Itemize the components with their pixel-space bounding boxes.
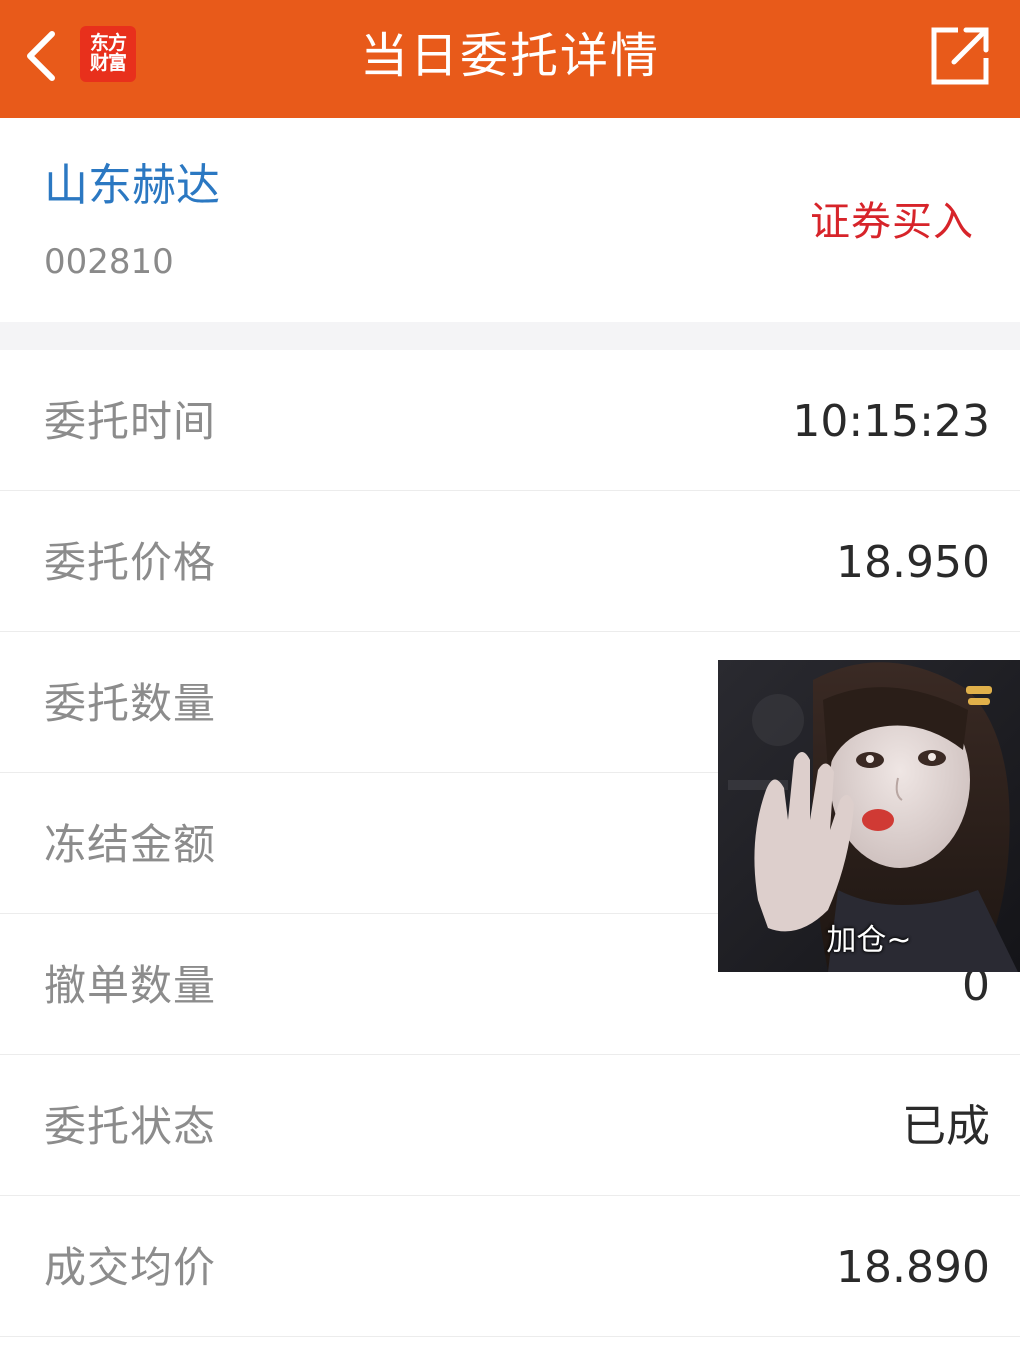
stock-name[interactable]: 山东赫达	[44, 158, 220, 214]
detail-label: 委托价格	[44, 538, 217, 587]
detail-row-order-time: 委托时间 10:15:23	[0, 350, 1020, 491]
detail-row-average-fill-price: 成交均价 18.890	[0, 1196, 1020, 1337]
sticker-caption: 加仓~	[826, 923, 912, 958]
detail-value: 已成	[902, 1101, 990, 1152]
detail-label: 撤单数量	[44, 961, 217, 1010]
sticker-image: 加仓~	[718, 660, 1020, 972]
detail-label: 委托数量	[44, 679, 217, 728]
back-button[interactable]	[18, 26, 66, 86]
detail-row-order-price: 委托价格 18.950	[0, 491, 1020, 632]
detail-row-order-status: 委托状态 已成	[0, 1055, 1020, 1196]
logo-text-line1: 东方	[89, 32, 127, 55]
detail-label: 委托状态	[44, 1102, 217, 1151]
page-title: 当日委托详情	[359, 28, 660, 84]
stock-info-section: 山东赫达 002810 证券买入	[0, 118, 1020, 322]
detail-value: 18.950	[836, 537, 990, 588]
detail-label: 冻结金额	[44, 820, 217, 869]
detail-value: 18.890	[836, 1242, 990, 1293]
trade-type-label: 证券买入	[810, 199, 974, 245]
share-external-icon	[931, 27, 989, 85]
detail-label: 成交均价	[44, 1243, 217, 1292]
logo-text-line2: 财富	[89, 52, 127, 74]
share-button[interactable]	[928, 24, 992, 88]
app-logo: 东方 财富	[80, 26, 136, 82]
detail-label: 委托时间	[44, 397, 217, 446]
chevron-left-icon	[27, 31, 55, 81]
detail-value: 10:15:23	[792, 396, 990, 447]
section-divider	[0, 322, 1020, 350]
top-nav-bar: 东方 财富 当日委托详情	[0, 0, 1020, 118]
stock-code: 002810	[44, 242, 174, 282]
